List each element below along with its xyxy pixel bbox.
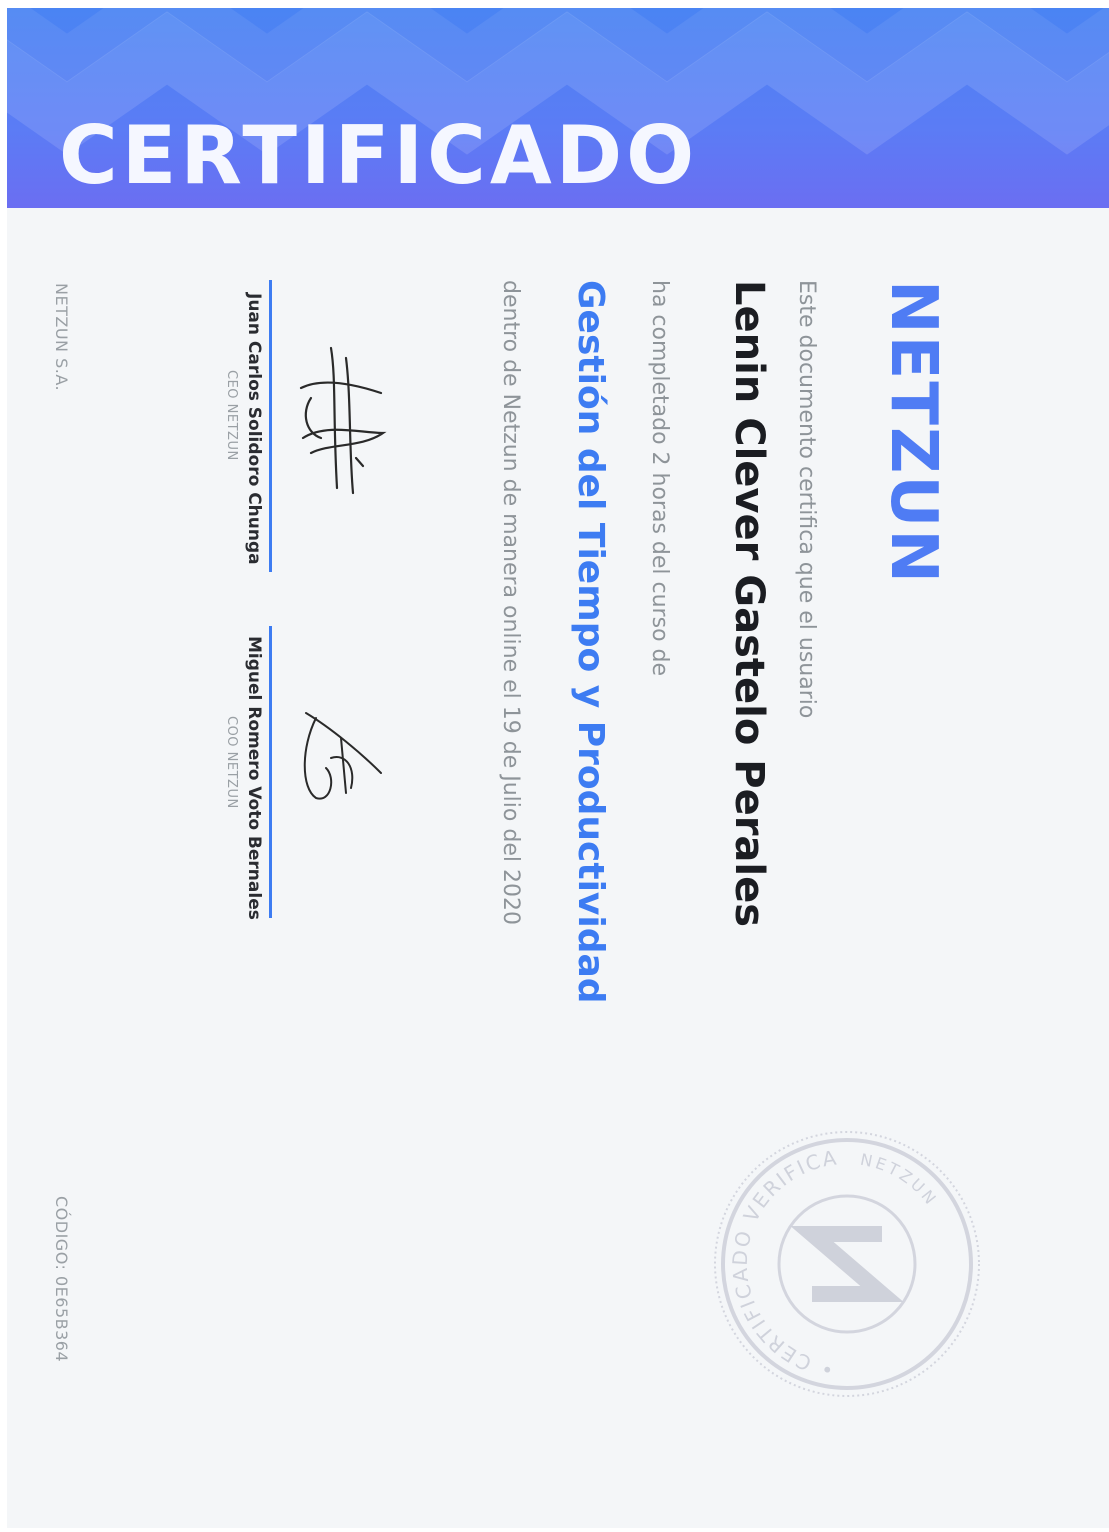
certificate-code: CÓDIGO: 0E65B364 <box>52 1196 71 1363</box>
netzun-logo: NETZUN <box>876 280 950 585</box>
signature-2-image <box>303 712 382 800</box>
signature-2-name: Miguel Romero Voto Bernales <box>244 636 264 920</box>
svg-text:• CERTIFICADO VERIFICADO •: • CERTIFICADO VERIFICADO • <box>728 1124 987 1382</box>
verified-seal-icon: • CERTIFICADO VERIFICADO • NETZUN <box>714 1124 987 1397</box>
certificate-title: CERTIFICADO <box>59 109 699 202</box>
certificate-page: CERTIFICADO NETZUN Este documento certif… <box>7 8 1109 1528</box>
seal-outer-text: • CERTIFICADO VERIFICADO • <box>728 1124 987 1382</box>
completion-date-text: dentro de Netzun de manera online el 19 … <box>498 280 523 925</box>
signature-2-line <box>269 626 272 918</box>
signature-1-name: Juan Carlos Solidoro Chunga <box>244 293 264 565</box>
signature-2-role: COO NETZUN <box>224 716 239 809</box>
intro-text: Este documento certifica que el usuario <box>794 280 819 719</box>
company-name: NETZUN S.A. <box>52 283 71 392</box>
signature-1-line <box>269 280 272 572</box>
hours-text: ha completado 2 horas del curso de <box>647 280 672 677</box>
signature-1-role: CEO NETZUN <box>224 370 239 461</box>
certificate-header: CERTIFICADO <box>7 8 1109 208</box>
course-name: Gestión del Tiempo y Productividad <box>570 280 611 1004</box>
signature-1-image <box>299 346 387 495</box>
student-name: Lenin Clever Gastelo Perales <box>726 280 772 928</box>
